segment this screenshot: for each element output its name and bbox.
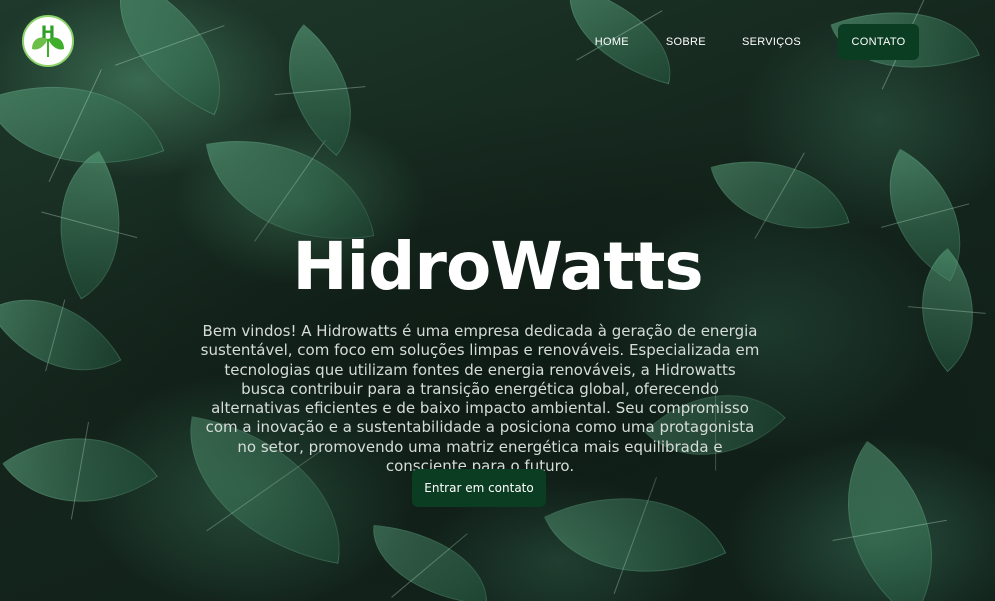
entrar-em-contato-button[interactable]: Entrar em contato [412,469,546,507]
hero-description: Bem vindos! A Hidrowatts é uma empresa d… [200,322,760,476]
main-nav: HOME SOBRE SERVIÇOS CONTATO [595,24,919,60]
contato-button[interactable]: CONTATO [838,24,919,60]
nav-home[interactable]: HOME [595,36,629,48]
leaf-h-logo-icon: H [32,23,64,57]
logo[interactable]: H [22,15,74,67]
nav-sobre[interactable]: SOBRE [666,36,706,48]
logo-letter: H [41,23,55,43]
hero-title: HidroWatts [292,228,703,305]
nav-servicos[interactable]: SERVIÇOS [742,36,801,48]
